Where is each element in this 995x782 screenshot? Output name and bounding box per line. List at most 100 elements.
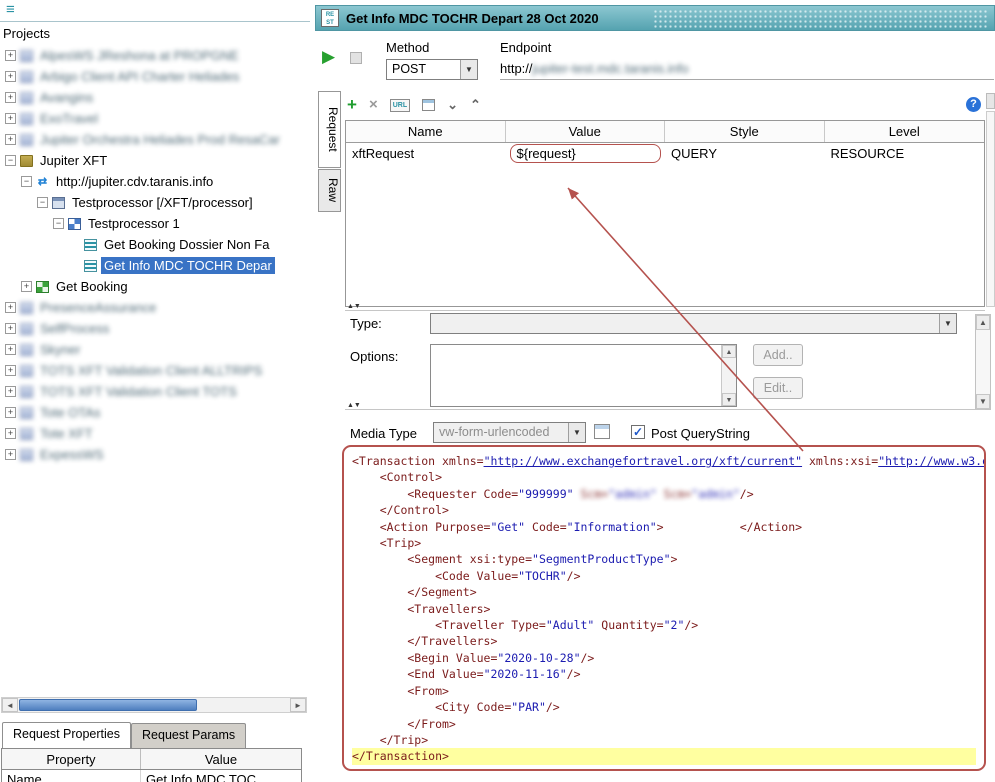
collapse-icon[interactable]: − [21, 176, 32, 187]
xml-editor[interactable]: <Transaction xmlns="http://www.exchangef… [342, 445, 986, 771]
scroll-down-icon[interactable]: ▼ [722, 393, 736, 406]
expand-icon[interactable]: + [5, 365, 16, 376]
param-level-cell[interactable]: RESOURCE [825, 143, 985, 165]
table-row[interactable]: Name Get Info MDC TOC [1, 770, 302, 782]
tree-item[interactable]: +Tote OTAs [1, 402, 307, 423]
tree-item[interactable]: −Jupiter XFT [1, 150, 307, 171]
tree-item[interactable]: +ExpessWS [1, 444, 307, 465]
options-label: Options: [350, 349, 398, 364]
chevron-down-icon[interactable]: ▼ [460, 60, 477, 79]
expand-icon[interactable]: + [5, 71, 16, 82]
options-listbox[interactable]: ▲ ▼ [430, 344, 737, 407]
expand-icon[interactable]: + [5, 386, 16, 397]
tab-raw[interactable]: Raw [318, 169, 341, 212]
help-icon[interactable]: ? [966, 97, 981, 112]
tab-request-params[interactable]: Request Params [131, 723, 246, 748]
add-param-button[interactable]: + [347, 96, 357, 114]
tab-request-properties[interactable]: Request Properties [2, 722, 131, 748]
collapse-icon[interactable]: − [37, 197, 48, 208]
scroll-right-icon[interactable]: ► [290, 698, 306, 712]
options-scrollbar[interactable]: ▲ ▼ [721, 345, 736, 406]
tree-item[interactable]: −Get Info MDC TOCHR Depar [1, 255, 307, 276]
tree-item[interactable]: +PresenceAssurance [1, 297, 307, 318]
request-window-titlebar[interactable]: RE ST Get Info MDC TOCHR Depart 28 Oct 2… [315, 5, 995, 31]
expand-icon[interactable]: + [5, 344, 16, 355]
projects-root-label[interactable]: Projects [3, 26, 50, 41]
update-from-url-button[interactable]: URL [390, 99, 410, 112]
post-querystring-checkbox[interactable]: ✓ [631, 425, 645, 439]
collapse-icon[interactable]: − [53, 218, 64, 229]
tree-item[interactable]: +TOTS XFT Validation Client ALLTRIPS [1, 360, 307, 381]
expand-icon[interactable]: + [5, 428, 16, 439]
expand-icon[interactable]: + [5, 92, 16, 103]
expand-icon[interactable]: + [5, 302, 16, 313]
chevron-down-icon[interactable]: ▼ [568, 423, 585, 442]
endpoint-input[interactable]: http://jupiter-test.mdc.taranis.info [500, 59, 994, 80]
tree-item[interactable]: −Testprocessor 1 [1, 213, 307, 234]
splitter-collapse-icon[interactable]: ▲▼ [347, 303, 361, 310]
collapse-icon[interactable]: − [5, 155, 16, 166]
tree-item-label: Get Booking Dossier Non Fa [101, 236, 272, 253]
tree-item[interactable]: +Arbigo Client API Charter Heliades [1, 66, 307, 87]
splitter-collapse-icon[interactable]: ▲▼ [347, 402, 361, 409]
param-value-cell[interactable]: ${request} [506, 143, 666, 165]
expand-icon[interactable]: + [5, 407, 16, 418]
tree-item[interactable]: +ExoTravel [1, 108, 307, 129]
xml-line: <Requester Code="999999" Scm="admin" Scm… [352, 486, 976, 502]
form-scrollbar[interactable]: ▲ ▼ [975, 314, 991, 410]
scroll-left-icon[interactable]: ◄ [2, 698, 18, 712]
tree-item[interactable]: −Testprocessor [/XFT/processor] [1, 192, 307, 213]
tree-item[interactable]: +Skyner [1, 339, 307, 360]
chevron-down-icon[interactable]: ▼ [939, 314, 956, 333]
xml-line: </Transaction> [352, 748, 976, 764]
delete-param-button[interactable]: × [369, 97, 378, 113]
tree-item[interactable]: +Tote XFT [1, 423, 307, 444]
tree-item[interactable]: +SelfProcess [1, 318, 307, 339]
project-tree[interactable]: +AlpesWS JReshona at PROPGNE+Arbigo Clie… [1, 45, 307, 695]
hamburger-icon[interactable]: ≡ [6, 1, 15, 18]
splitter-divider[interactable] [345, 310, 985, 311]
expand-icon[interactable]: + [5, 323, 16, 334]
expand-icon[interactable]: + [5, 50, 16, 61]
tree-horizontal-scrollbar[interactable]: ◄ ► [1, 697, 307, 713]
expand-icon[interactable]: + [5, 113, 16, 124]
tree-item[interactable]: +Avangins [1, 87, 307, 108]
scroll-up-icon[interactable]: ▲ [722, 345, 736, 358]
expand-icon[interactable]: + [5, 134, 16, 145]
scrollbar-thumb[interactable] [19, 699, 197, 711]
open-editor-icon[interactable] [422, 99, 435, 111]
header-property: Property [2, 749, 141, 769]
scroll-down-icon[interactable]: ▼ [976, 394, 990, 409]
tree-item[interactable]: +Jupiter Orchestra Heliades Prod ResaCar [1, 129, 307, 150]
tree-item[interactable]: −⇄http://jupiter.cdv.taranis.info [1, 171, 307, 192]
tab-request[interactable]: Request [318, 91, 341, 168]
move-down-icon[interactable]: ⌄ [447, 99, 458, 111]
edit-option-button[interactable]: Edit.. [753, 377, 803, 399]
header-name: Name [346, 121, 506, 142]
tree-item[interactable]: +AlpesWS JReshona at PROPGNE [1, 45, 307, 66]
interface-icon: ⇄ [36, 176, 49, 188]
cancel-request-button[interactable] [350, 52, 362, 64]
expand-icon[interactable]: + [5, 449, 16, 460]
tree-item[interactable]: −Get Booking Dossier Non Fa [1, 234, 307, 255]
page-title: Get Info MDC TOCHR Depart 28 Oct 2020 [346, 11, 599, 26]
project-icon [20, 407, 33, 419]
scroll-up-icon[interactable]: ▲ [976, 315, 990, 330]
expand-icon[interactable]: + [21, 281, 32, 292]
move-up-icon[interactable]: ⌃ [470, 99, 481, 111]
right-edge-scroll-button[interactable] [986, 93, 995, 109]
right-edge-scroll-track[interactable] [986, 111, 995, 307]
add-option-button[interactable]: Add.. [753, 344, 803, 366]
method-select[interactable]: POST ▼ [386, 59, 478, 80]
table-row[interactable]: xftRequest ${request} QUERY RESOURCE [346, 143, 984, 165]
media-type-select[interactable]: vw-form-urlencoded ▼ [433, 422, 586, 443]
submit-request-button[interactable]: ▶ [322, 47, 335, 67]
recreate-request-icon[interactable] [594, 424, 610, 439]
param-name-cell[interactable]: xftRequest [346, 143, 506, 165]
param-style-cell[interactable]: QUERY [665, 143, 825, 165]
tree-item[interactable]: +Get Booking [1, 276, 307, 297]
splitter-divider[interactable] [345, 409, 985, 410]
tree-item[interactable]: +TOTS XFT Validation Client TOTS [1, 381, 307, 402]
type-select[interactable]: ▼ [430, 313, 957, 334]
param-value-annotation-box[interactable]: ${request} [510, 144, 661, 163]
